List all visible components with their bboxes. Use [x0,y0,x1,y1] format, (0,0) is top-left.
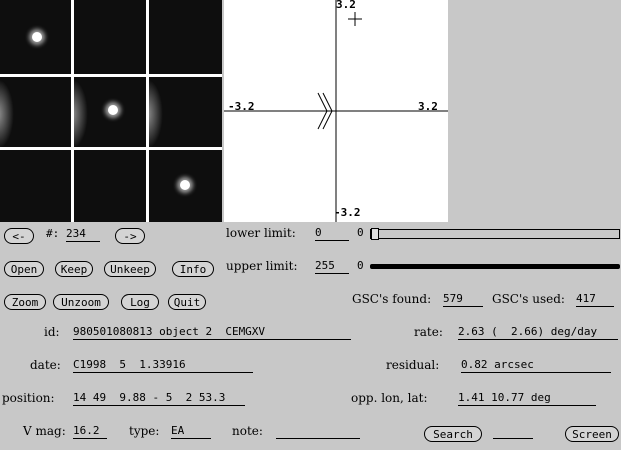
next-button[interactable]: -> [115,228,145,244]
thumbnail-1[interactable] [0,0,71,74]
lower-slider-value: 0 [357,226,364,239]
unzoom-button[interactable]: Unzoom [53,294,109,310]
lower-limit-slider[interactable] [370,228,620,240]
plot-xmin-label: -3.2 [228,100,255,113]
bright-glow [0,79,14,147]
residual-plot[interactable]: 3.2 -3.2 -3.2 3.2 [224,0,448,222]
star-marker [180,180,190,190]
unkeep-button[interactable]: Unkeep [104,261,156,277]
position-field[interactable]: 14 49 9.88 - 5 2 53.3 [73,391,245,406]
rate-field: 2.63 ( 2.66) deg/day [458,325,618,340]
keep-button[interactable]: Keep [55,261,93,277]
note-label: note: [232,424,263,438]
thumbnail-4[interactable] [0,77,71,147]
type-label: type: [129,424,160,438]
opp-lon-lat-field: 1.41 10.77 deg [458,391,596,406]
thumbnail-3[interactable] [149,0,222,74]
gsc-used-field: 417 [576,292,614,307]
screen-button[interactable]: Screen [565,426,619,442]
residual-field: 0.82 arcsec [461,358,611,373]
thumbnail-8[interactable] [74,150,146,222]
lower-limit-label: lower limit: [226,226,296,240]
quit-button[interactable]: Quit [168,294,206,310]
slider-thumb[interactable] [371,228,379,240]
bright-glow [149,79,163,147]
upper-limit-label: upper limit: [226,259,298,273]
upper-slider-value: 0 [357,259,364,272]
star-marker [32,32,42,42]
gsc-used-label: GSC's used: [492,292,565,306]
upper-limit-slider[interactable] [370,264,620,269]
id-field[interactable]: 980501080813 object 2 CEMGXV [73,325,351,340]
search-button[interactable]: Search [424,426,482,442]
vmag-field[interactable]: 16.2 [73,424,107,439]
plot-axes [224,0,448,222]
info-button[interactable]: Info [172,261,214,277]
plot-ymax-label: 3.2 [336,0,356,11]
gsc-found-field: 579 [443,292,483,307]
id-label: id: [44,325,60,339]
type-field[interactable]: EA [171,424,211,439]
position-label: position: [2,391,55,405]
date-label: date: [30,358,61,372]
residual-label: residual: [386,358,440,372]
note-field[interactable] [276,424,360,439]
plot-xmax-label: 3.2 [418,100,438,113]
prev-button[interactable]: <- [4,228,34,244]
log-button[interactable]: Log [121,294,159,310]
date-field[interactable]: C1998 5 1.33916 [73,358,253,373]
vmag-label: V mag: [23,424,66,438]
search-field[interactable] [493,424,533,439]
upper-limit-field[interactable]: 255 [315,259,349,274]
thumbnail-5[interactable] [74,77,146,147]
number-field[interactable]: 234 [66,227,100,242]
plot-ymin-label: -3.2 [334,206,361,219]
rate-label: rate: [414,325,443,339]
gsc-found-label: GSC's found: [352,292,432,306]
bright-glow [74,79,88,147]
thumbnail-2[interactable] [74,0,146,74]
star-marker [108,105,118,115]
thumbnail-7[interactable] [0,150,71,222]
opp-lon-lat-label: opp. lon, lat: [351,391,428,405]
lower-limit-field[interactable]: 0 [315,226,349,241]
open-button[interactable]: Open [4,261,44,277]
number-label: #: [46,227,60,240]
thumbnail-9[interactable] [149,150,222,222]
thumbnail-6[interactable] [149,77,222,147]
zoom-button[interactable]: Zoom [4,294,46,310]
